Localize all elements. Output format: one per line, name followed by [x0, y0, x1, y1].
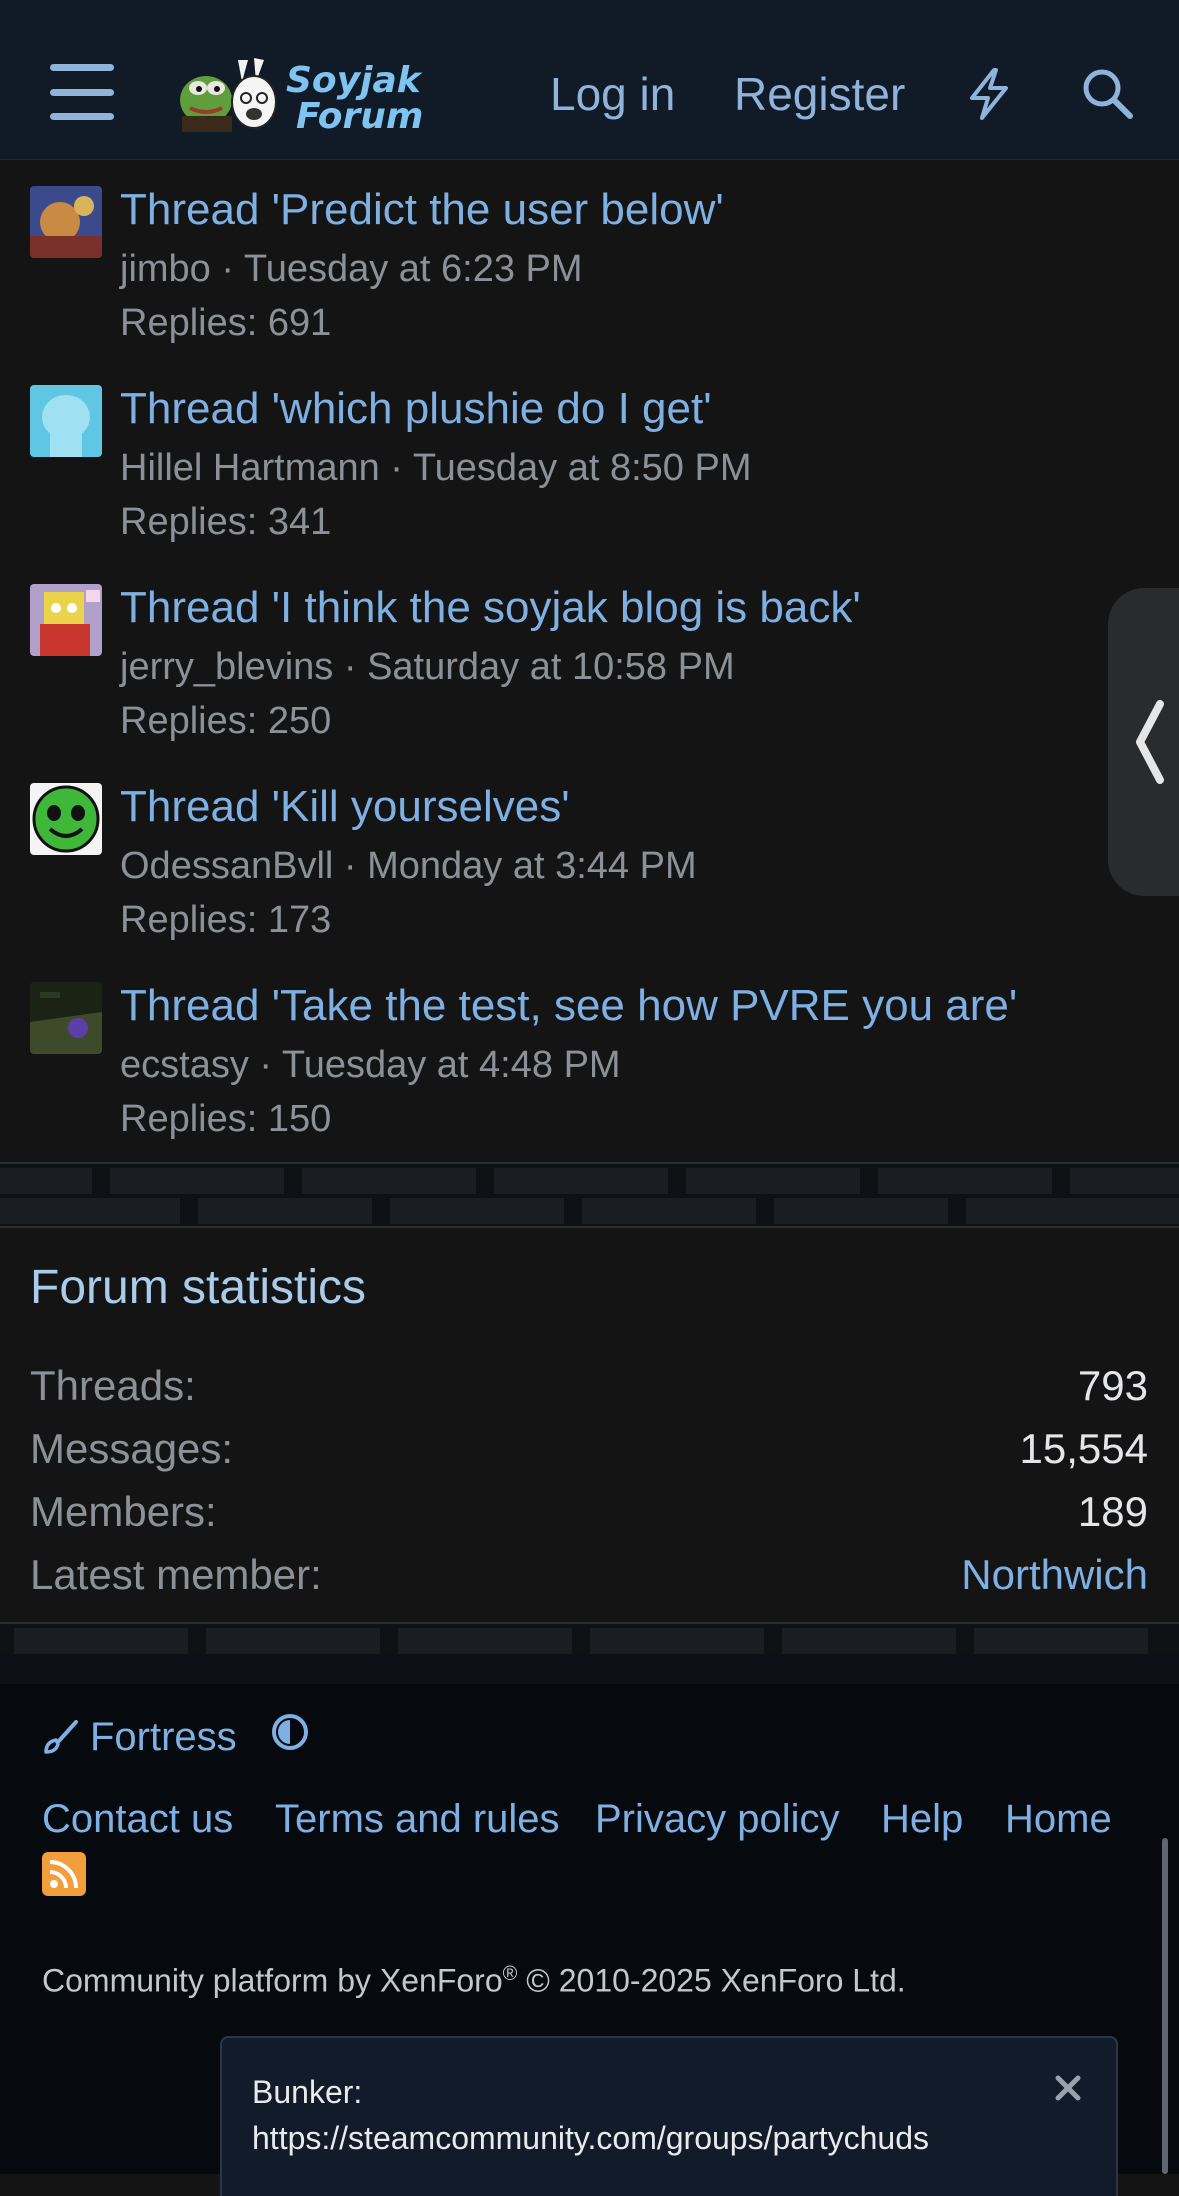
copyright-suffix: © 2010-2025 XenForo Ltd. — [517, 1962, 906, 1999]
thread-author-date: jimbo · Tuesday at 6:23 PM — [120, 248, 583, 290]
chevron-left-icon — [1136, 700, 1164, 784]
brick-divider — [0, 1164, 1179, 1226]
thread-item[interactable]: Thread 'Predict the user below' jimbo · … — [0, 160, 1179, 358]
forum-statistics-block: Forum statistics Threads: 793 Messages: … — [0, 1226, 1179, 1624]
user-avatar[interactable] — [30, 385, 102, 457]
user-avatar[interactable] — [30, 584, 102, 656]
stat-value: 189 — [1077, 1488, 1148, 1535]
register-link[interactable]: Register — [734, 66, 905, 122]
svg-text:Soyjak: Soyjak — [286, 60, 423, 101]
user-avatar[interactable] — [30, 783, 102, 855]
thread-author-date: jerry_blevins · Saturday at 10:58 PM — [120, 646, 735, 688]
thread-item[interactable]: Thread 'Take the test, see how PVRE you … — [0, 956, 1179, 1154]
thread-title-link[interactable]: Thread 'Kill yourselves' — [120, 779, 570, 835]
stat-row-latest-member: Latest member: Northwich — [30, 1547, 1148, 1603]
thread-title-link[interactable]: Thread 'Take the test, see how PVRE you … — [120, 978, 1017, 1034]
thread-title-link[interactable]: Thread 'I think the soyjak blog is back' — [120, 580, 861, 636]
stat-row-members: Members: 189 — [30, 1484, 1148, 1540]
contrast-toggle-icon[interactable] — [270, 1712, 310, 1752]
stat-label: Members: — [30, 1488, 217, 1535]
thread-reply-count: Replies: 341 — [120, 501, 332, 543]
style-chooser-link[interactable]: Fortress — [42, 1710, 237, 1764]
stat-row-threads: Threads: 793 — [30, 1358, 1148, 1414]
stat-label: Threads: — [30, 1362, 196, 1409]
user-avatar[interactable] — [30, 186, 102, 258]
thread-reply-count: Replies: 250 — [120, 700, 332, 742]
page-scrollbar[interactable] — [1162, 1838, 1168, 2174]
stats-heading: Forum statistics — [30, 1261, 367, 1314]
search-icon[interactable] — [1080, 66, 1136, 122]
stat-label: Latest member: — [30, 1551, 322, 1598]
whats-new-bolt-icon[interactable] — [966, 68, 1012, 120]
site-logo[interactable]: Soyjak Forum — [168, 52, 470, 137]
style-name: Fortress — [90, 1715, 237, 1759]
thread-list: Thread 'Predict the user below' jimbo · … — [0, 160, 1179, 1164]
thread-author-date: ecstasy · Tuesday at 4:48 PM — [120, 1044, 621, 1086]
thread-item[interactable]: Thread 'Kill yourselves' OdessanBvll · M… — [0, 757, 1179, 955]
stat-row-messages: Messages: 15,554 — [30, 1421, 1148, 1477]
thread-item[interactable]: Thread 'I think the soyjak blog is back'… — [0, 558, 1179, 756]
close-icon[interactable] — [1050, 2070, 1086, 2106]
thread-item[interactable]: Thread 'which plushie do I get' Hillel H… — [0, 359, 1179, 557]
copyright-text: Community platform by XenForo® © 2010-20… — [42, 1952, 906, 2003]
footer-link-help[interactable]: Help — [881, 1792, 963, 1846]
footer-link-terms[interactable]: Terms and rules — [275, 1792, 560, 1846]
footer-link-contact[interactable]: Contact us — [42, 1792, 233, 1846]
thread-reply-count: Replies: 150 — [120, 1098, 332, 1140]
copyright-prefix[interactable]: Community platform by XenForo — [42, 1963, 503, 1999]
thread-author-date: OdessanBvll · Monday at 3:44 PM — [120, 845, 697, 887]
notice-banner: Bunker: https://steamcommunity.com/group… — [220, 2036, 1118, 2196]
notice-label: Bunker: — [252, 2074, 363, 2110]
stat-value: 15,554 — [1019, 1425, 1148, 1472]
paintbrush-icon — [44, 1720, 78, 1754]
registered-mark: ® — [502, 1963, 518, 1985]
thread-title-link[interactable]: Thread 'Predict the user below' — [120, 182, 724, 238]
thread-reply-count: Replies: 691 — [120, 302, 332, 344]
svg-text:Forum: Forum — [296, 96, 423, 132]
login-link[interactable]: Log in — [550, 66, 675, 122]
site-header: Soyjak Forum Log in Register — [0, 0, 1179, 160]
stat-value: 793 — [1077, 1362, 1148, 1409]
rss-icon[interactable] — [42, 1852, 86, 1896]
menu-hamburger-icon[interactable] — [50, 64, 114, 120]
thread-author-date: Hillel Hartmann · Tuesday at 8:50 PM — [120, 447, 752, 489]
user-avatar[interactable] — [30, 982, 102, 1054]
thread-title-link[interactable]: Thread 'which plushie do I get' — [120, 381, 712, 437]
notice-text[interactable]: https://steamcommunity.com/groups/partyc… — [252, 2116, 929, 2160]
brick-divider — [0, 1624, 1179, 1684]
stat-label: Messages: — [30, 1425, 234, 1472]
latest-member-link[interactable]: Northwich — [961, 1547, 1148, 1603]
footer-link-home[interactable]: Home — [1005, 1792, 1112, 1846]
sidebar-toggle-tab[interactable] — [1108, 588, 1179, 896]
thread-reply-count: Replies: 173 — [120, 899, 332, 941]
footer-link-privacy[interactable]: Privacy policy — [595, 1792, 840, 1846]
